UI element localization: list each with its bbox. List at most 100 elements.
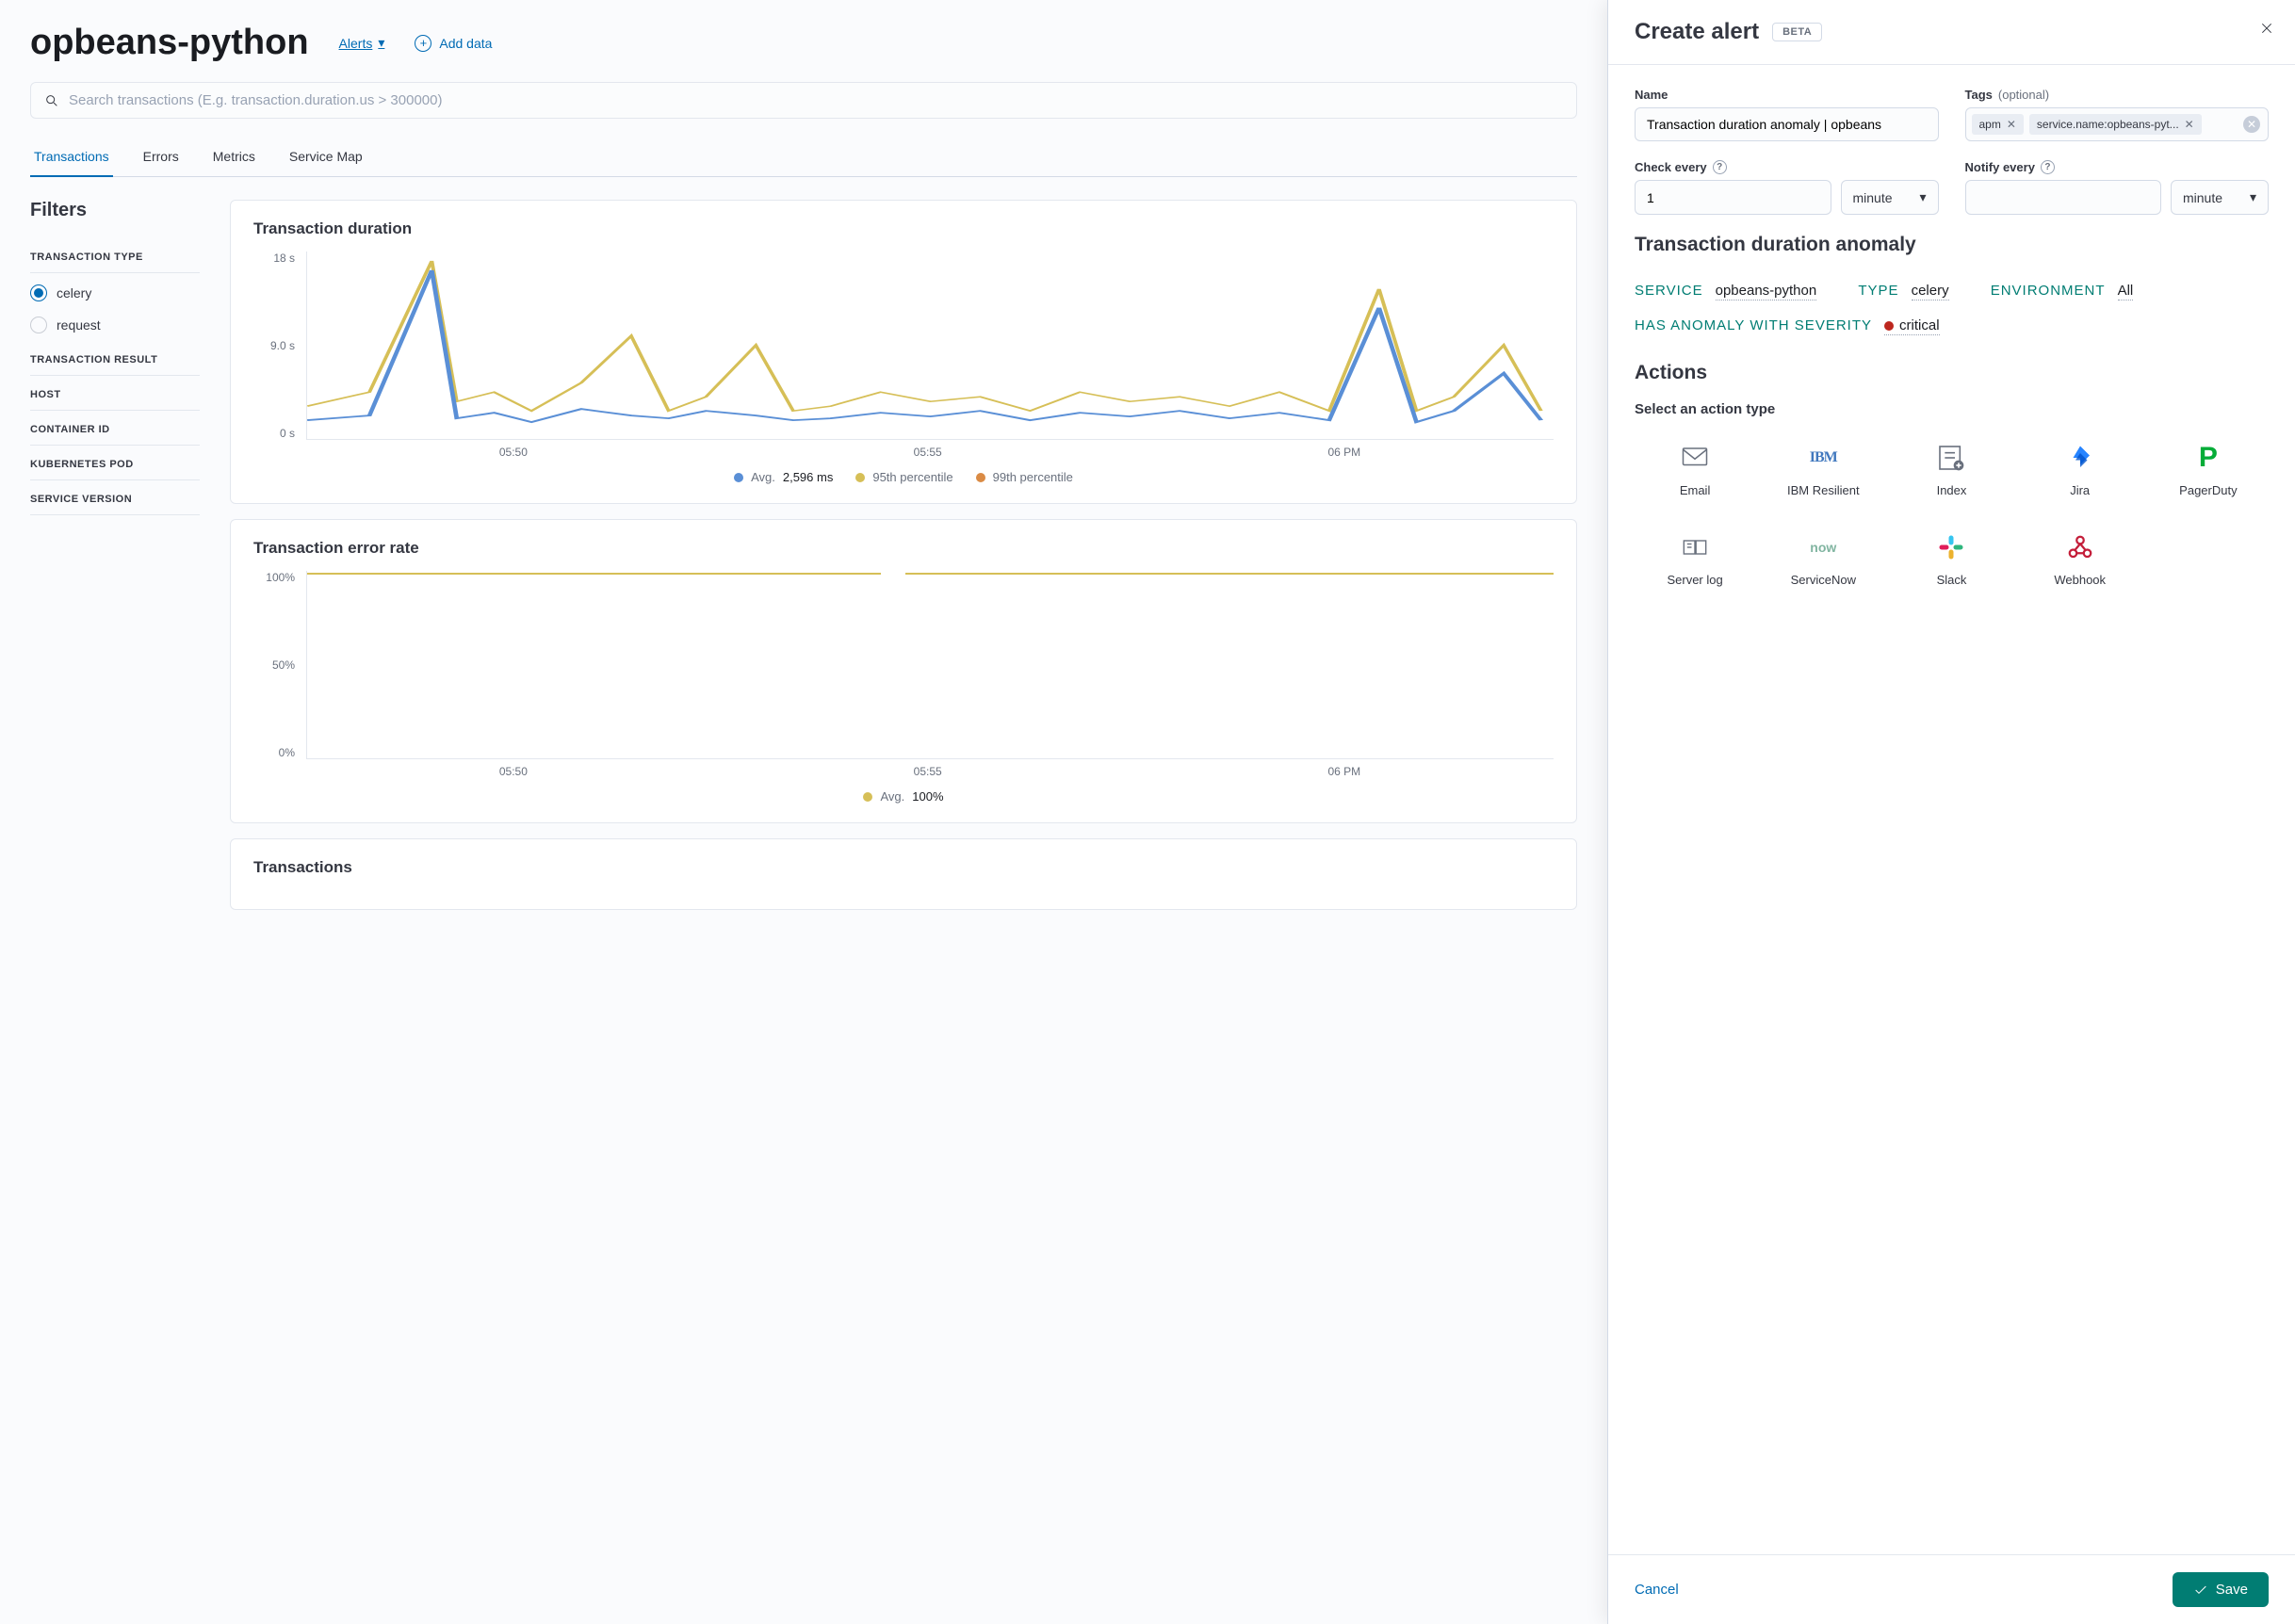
alerts-dropdown[interactable]: Alerts ▾	[339, 35, 385, 51]
cond-severity-value[interactable]: critical	[1884, 317, 1940, 335]
help-icon[interactable]: ?	[1713, 160, 1727, 174]
filter-group-transaction-result[interactable]: TRANSACTION RESULT	[30, 341, 200, 376]
search-input[interactable]	[69, 92, 1563, 108]
radio-celery[interactable]: celery	[30, 277, 200, 309]
select-value: minute	[1853, 190, 1893, 205]
save-button[interactable]: Save	[2173, 1572, 2269, 1607]
y-tick: 0%	[253, 746, 295, 759]
filter-group-host[interactable]: HOST	[30, 376, 200, 411]
legend-95th[interactable]: 95th percentile	[855, 470, 952, 484]
action-email[interactable]: Email	[1635, 436, 1755, 503]
flyout-title: Create alert	[1635, 19, 1759, 45]
jira-icon	[2059, 442, 2101, 474]
action-jira[interactable]: Jira	[2020, 436, 2140, 503]
remove-tag-button[interactable]: ✕	[2185, 118, 2194, 131]
action-servicenow[interactable]: now ServiceNow	[1763, 526, 1883, 593]
y-tick: 9.0 s	[253, 339, 295, 352]
webhook-icon	[2059, 531, 2101, 563]
legend-label: Avg.	[751, 470, 775, 484]
tag-chip-apm: apm ✕	[1972, 114, 2024, 135]
legend-dot-icon	[734, 473, 743, 482]
tag-text: apm	[1979, 118, 2001, 131]
action-label: PagerDuty	[2179, 483, 2237, 497]
action-label: IBM Resilient	[1787, 483, 1860, 497]
help-icon[interactable]: ?	[2041, 160, 2055, 174]
alerts-label: Alerts	[339, 36, 373, 51]
cancel-button[interactable]: Cancel	[1635, 1582, 1679, 1598]
legend-avg[interactable]: Avg. 2,596 ms	[734, 470, 833, 484]
legend-value: 2,596 ms	[783, 470, 833, 484]
x-tick: 06 PM	[1327, 765, 1360, 778]
chart-title: Transaction duration	[253, 219, 1554, 238]
save-label: Save	[2216, 1582, 2248, 1598]
card-title: Transactions	[253, 858, 1554, 877]
name-input[interactable]	[1635, 107, 1939, 141]
legend-99th[interactable]: 99th percentile	[976, 470, 1073, 484]
select-value: minute	[2183, 190, 2222, 205]
filter-group-transaction-type[interactable]: TRANSACTION TYPE	[30, 238, 200, 272]
chevron-down-icon: ▾	[378, 35, 384, 51]
tags-input[interactable]: apm ✕ service.name:opbeans-pyt... ✕ ✕	[1965, 107, 2270, 141]
tab-metrics[interactable]: Metrics	[209, 138, 259, 176]
chevron-down-icon: ▾	[2250, 189, 2256, 205]
action-pagerduty[interactable]: P PagerDuty	[2148, 436, 2269, 503]
tab-service-map[interactable]: Service Map	[285, 138, 366, 176]
notify-every-unit-select[interactable]: minute ▾	[2171, 180, 2269, 215]
cond-type-value[interactable]: celery	[1912, 283, 1949, 300]
tab-errors[interactable]: Errors	[139, 138, 183, 176]
actions-subtitle: Select an action type	[1635, 401, 2269, 417]
cond-service-label: SERVICE	[1635, 283, 1703, 299]
notify-every-value[interactable]	[1965, 180, 2162, 215]
action-grid: Email IBM IBM Resilient Index Jira P Pag…	[1635, 436, 2269, 593]
servicenow-icon: now	[1802, 531, 1844, 563]
radio-icon	[30, 284, 47, 301]
tab-transactions[interactable]: Transactions	[30, 138, 113, 177]
filter-group-service-version[interactable]: SERVICE VERSION	[30, 480, 200, 515]
action-ibm[interactable]: IBM IBM Resilient	[1763, 436, 1883, 503]
plus-circle-icon: +	[415, 35, 431, 52]
legend-avg[interactable]: Avg. 100%	[863, 789, 943, 804]
action-label: Server log	[1667, 573, 1722, 587]
action-serverlog[interactable]: Server log	[1635, 526, 1755, 593]
ibm-icon: IBM	[1802, 442, 1844, 474]
cond-type-label: TYPE	[1858, 283, 1898, 299]
slack-icon	[1930, 531, 1972, 563]
tag-chip-service: service.name:opbeans-pyt... ✕	[2029, 114, 2202, 135]
y-tick: 100%	[253, 571, 295, 584]
action-webhook[interactable]: Webhook	[2020, 526, 2140, 593]
mail-icon	[1674, 442, 1716, 474]
check-every-value[interactable]	[1635, 180, 1831, 215]
legend-label: 99th percentile	[993, 470, 1073, 484]
anomaly-section-title: Transaction duration anomaly	[1635, 234, 2269, 256]
cond-service-value[interactable]: opbeans-python	[1716, 283, 1817, 300]
remove-tag-button[interactable]: ✕	[2007, 118, 2016, 131]
chart-svg	[307, 252, 1554, 439]
action-label: Slack	[1937, 573, 1967, 587]
actions-section-title: Actions	[1635, 362, 2269, 384]
close-icon	[2259, 21, 2274, 36]
filter-group-container-id[interactable]: CONTAINER ID	[30, 411, 200, 446]
check-every-unit-select[interactable]: minute ▾	[1841, 180, 1939, 215]
filters-title: Filters	[30, 200, 200, 221]
legend-label: 95th percentile	[872, 470, 952, 484]
action-slack[interactable]: Slack	[1891, 526, 2011, 593]
tag-text: service.name:opbeans-pyt...	[2037, 118, 2179, 131]
filter-group-kubernetes-pod[interactable]: KUBERNETES POD	[30, 446, 200, 480]
x-tick: 05:50	[499, 765, 528, 778]
pagerduty-icon: P	[2188, 442, 2229, 474]
clear-tags-button[interactable]: ✕	[2243, 116, 2260, 133]
search-bar[interactable]	[30, 82, 1577, 119]
close-button[interactable]	[2257, 19, 2276, 38]
cond-severity-label: HAS ANOMALY WITH SEVERITY	[1635, 317, 1872, 333]
action-index[interactable]: Index	[1891, 436, 2011, 503]
chevron-down-icon: ▾	[1919, 189, 1926, 205]
add-data-button[interactable]: + Add data	[415, 35, 492, 52]
radio-request[interactable]: request	[30, 309, 200, 341]
x-tick: 05:50	[499, 446, 528, 459]
x-tick: 06 PM	[1327, 446, 1360, 459]
transaction-duration-chart: Transaction duration 18 s 9.0 s 0 s	[230, 200, 1577, 504]
serverlog-icon	[1674, 531, 1716, 563]
check-icon	[2193, 1583, 2208, 1598]
cond-env-value[interactable]: All	[2118, 283, 2134, 300]
filters-sidebar: Filters TRANSACTION TYPE celery request …	[30, 200, 200, 910]
